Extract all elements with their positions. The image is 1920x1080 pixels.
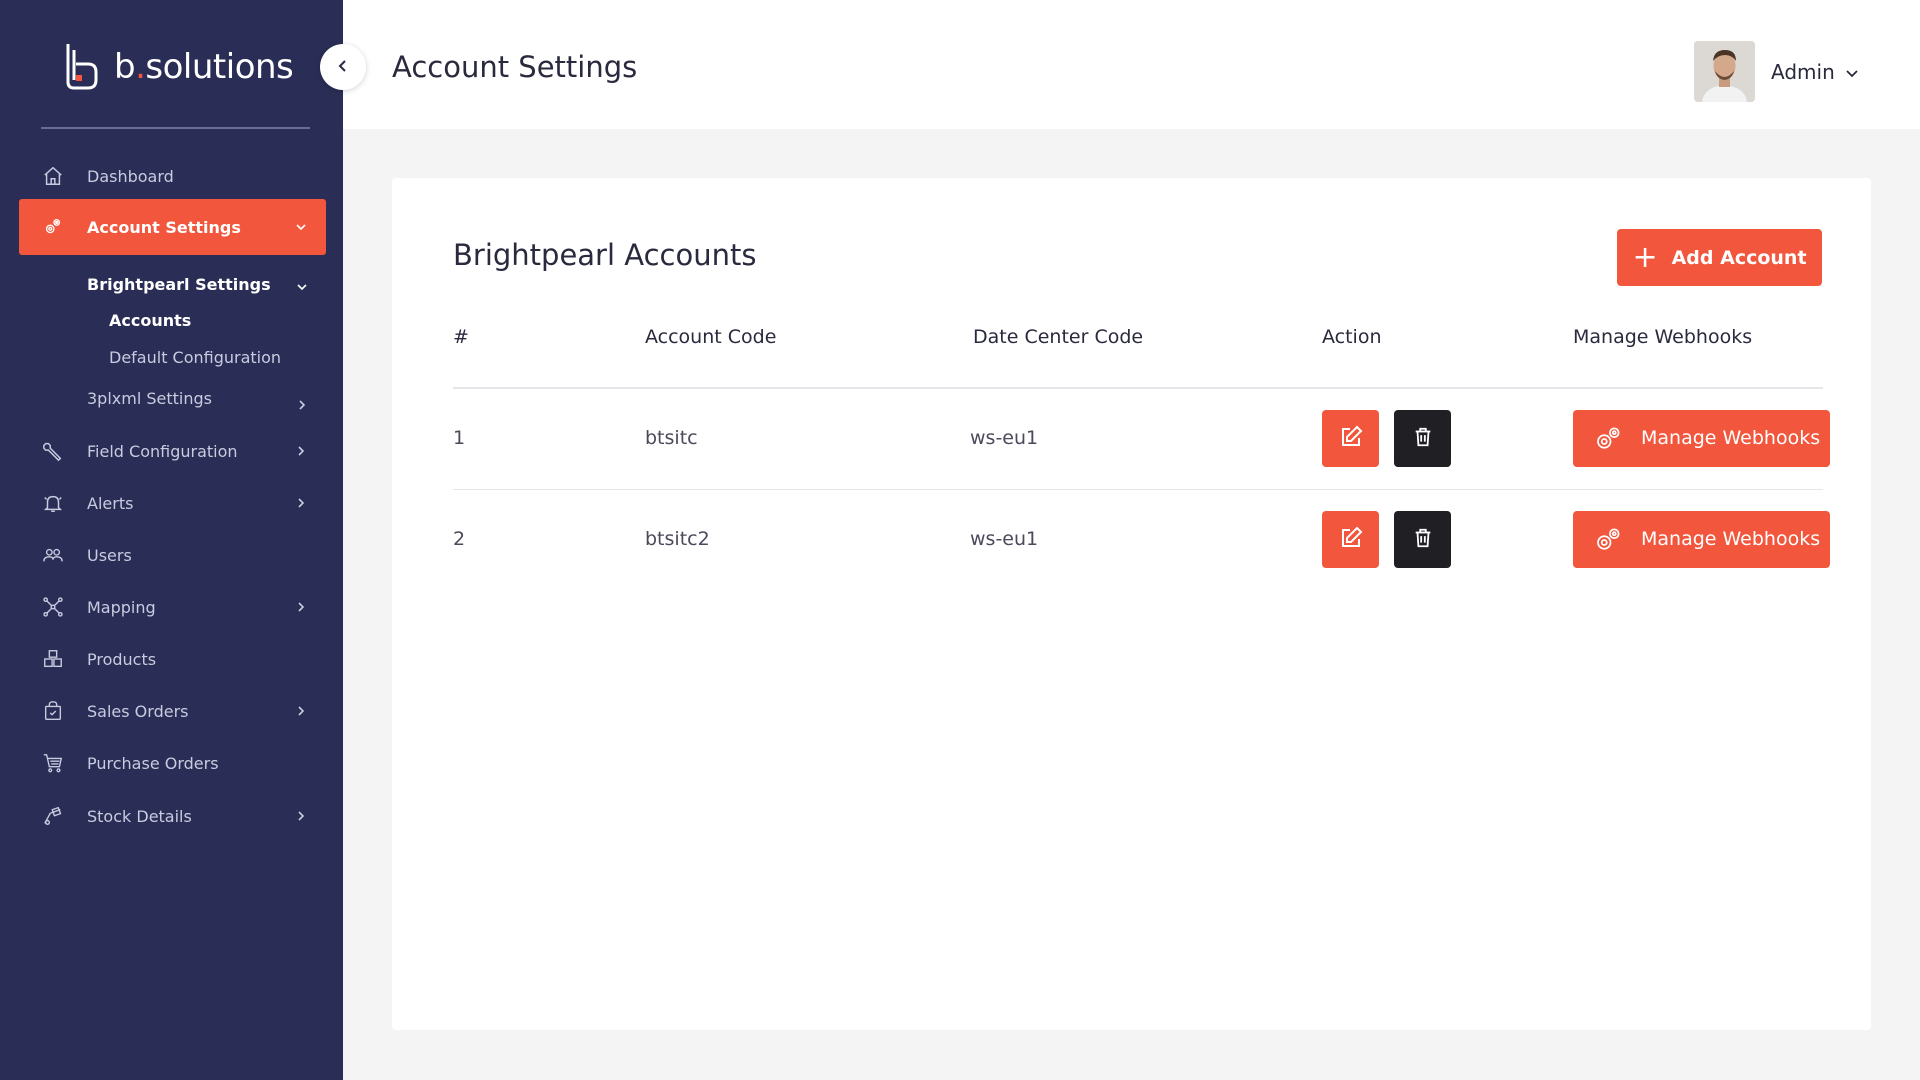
sidebar-item-mapping[interactable]: Mapping (19, 579, 326, 635)
sidebar-item-field-configuration[interactable]: Field Configuration (19, 423, 326, 479)
settings-gears-icon (1593, 424, 1623, 459)
column-header-index: # (453, 326, 469, 348)
dolly-icon (41, 804, 65, 828)
chevron-right-icon (294, 444, 308, 458)
sidebar-item-label: Products (87, 649, 157, 669)
sidebar-item-dashboard[interactable]: Dashboard (19, 148, 326, 204)
brand-logo[interactable]: b.solutions (62, 42, 294, 92)
card-title: Brightpearl Accounts (453, 238, 757, 272)
sidebar-item-stock-details[interactable]: Stock Details (19, 788, 326, 844)
chevron-down-icon[interactable] (1845, 66, 1859, 85)
add-account-button[interactable]: + Add Account (1617, 229, 1822, 286)
edit-icon (1339, 425, 1363, 453)
row-data-center-code: ws-eu1 (970, 427, 1039, 449)
chevron-right-icon (294, 600, 308, 614)
chevron-down-icon (296, 278, 308, 297)
trash-icon (1412, 527, 1434, 553)
chevron-right-icon (294, 496, 308, 510)
sidebar-item-label: Account Settings (87, 217, 241, 237)
edit-icon (1339, 526, 1363, 554)
user-name[interactable]: Admin (1771, 60, 1835, 84)
sidebar-item-purchase-orders[interactable]: Purchase Orders (19, 735, 326, 791)
chevron-right-icon (296, 396, 308, 415)
cart-icon (41, 751, 65, 775)
sidebar-subitem-default-configuration[interactable]: Default Configuration (109, 348, 281, 367)
wrench-icon (41, 439, 65, 463)
sidebar-item-label: Dashboard (87, 166, 174, 186)
row-data-center-code: ws-eu1 (970, 528, 1039, 550)
manage-webhooks-label: Manage Webhooks (1641, 528, 1821, 550)
sidebar-item-label: Field Configuration (87, 441, 238, 461)
sidebar-divider (41, 127, 310, 129)
logo-mark-icon (62, 42, 100, 92)
plus-icon: + (1632, 239, 1658, 275)
edit-button[interactable] (1322, 511, 1379, 568)
row-account-code: btsitc (645, 427, 698, 449)
manage-webhooks-label: Manage Webhooks (1641, 427, 1821, 449)
delete-button[interactable] (1394, 511, 1451, 568)
mapping-icon (41, 595, 65, 619)
chevron-right-icon (294, 704, 308, 718)
shopping-bag-icon (41, 699, 65, 723)
chevron-down-icon (294, 220, 308, 234)
brand-name: b.solutions (114, 47, 294, 87)
table-row: 2 btsitc2 ws-eu1 Manage Webhooks (453, 490, 1886, 590)
sidebar-item-label: Stock Details (87, 806, 192, 826)
accounts-card: Brightpearl Accounts + Add Account # Acc… (392, 178, 1871, 1030)
column-header-manage-webhooks: Manage Webhooks (1573, 326, 1753, 348)
sidebar-item-sales-orders[interactable]: Sales Orders (19, 683, 326, 739)
manage-webhooks-button[interactable]: Manage Webhooks (1573, 410, 1830, 467)
manage-webhooks-button[interactable]: Manage Webhooks (1573, 511, 1830, 568)
row-index: 1 (453, 427, 466, 449)
sidebar: b.solutions Dashboard Account Settings B… (0, 0, 343, 1080)
sidebar-subitem-accounts[interactable]: Accounts (109, 311, 191, 330)
home-icon (41, 164, 65, 188)
bell-icon (41, 491, 65, 515)
settings-gears-icon (41, 215, 65, 239)
row-index: 2 (453, 528, 466, 550)
sidebar-item-account-settings[interactable]: Account Settings (19, 199, 326, 255)
chevron-right-icon (294, 809, 308, 823)
column-header-account-code: Account Code (645, 326, 777, 348)
sidebar-collapse-button[interactable] (320, 44, 366, 90)
column-header-action: Action (1322, 326, 1382, 348)
add-account-label: Add Account (1671, 246, 1807, 269)
page-title: Account Settings (392, 50, 638, 84)
sidebar-item-label: Purchase Orders (87, 753, 219, 773)
sidebar-item-label: Sales Orders (87, 701, 189, 721)
table-row: 1 btsitc ws-eu1 Manage Webhooks (453, 389, 1886, 489)
row-account-code: btsitc2 (645, 528, 710, 550)
sidebar-subitem-brightpearl-settings[interactable]: Brightpearl Settings (87, 275, 271, 294)
users-icon (41, 543, 65, 567)
sidebar-item-label: Mapping (87, 597, 156, 617)
delete-button[interactable] (1394, 410, 1451, 467)
sidebar-subitem-3plxml-settings[interactable]: 3plxml Settings (87, 389, 212, 408)
column-header-data-center-code: Date Center Code (973, 326, 1144, 348)
sidebar-item-alerts[interactable]: Alerts (19, 475, 326, 531)
chevron-left-icon (336, 58, 350, 77)
sidebar-item-label: Alerts (87, 493, 134, 513)
sidebar-item-products[interactable]: Products (19, 631, 326, 687)
trash-icon (1412, 426, 1434, 452)
settings-gears-icon (1593, 525, 1623, 560)
avatar[interactable] (1694, 41, 1755, 102)
boxes-icon (41, 647, 65, 671)
edit-button[interactable] (1322, 410, 1379, 467)
sidebar-item-label: Users (87, 545, 132, 565)
sidebar-item-users[interactable]: Users (19, 527, 326, 583)
